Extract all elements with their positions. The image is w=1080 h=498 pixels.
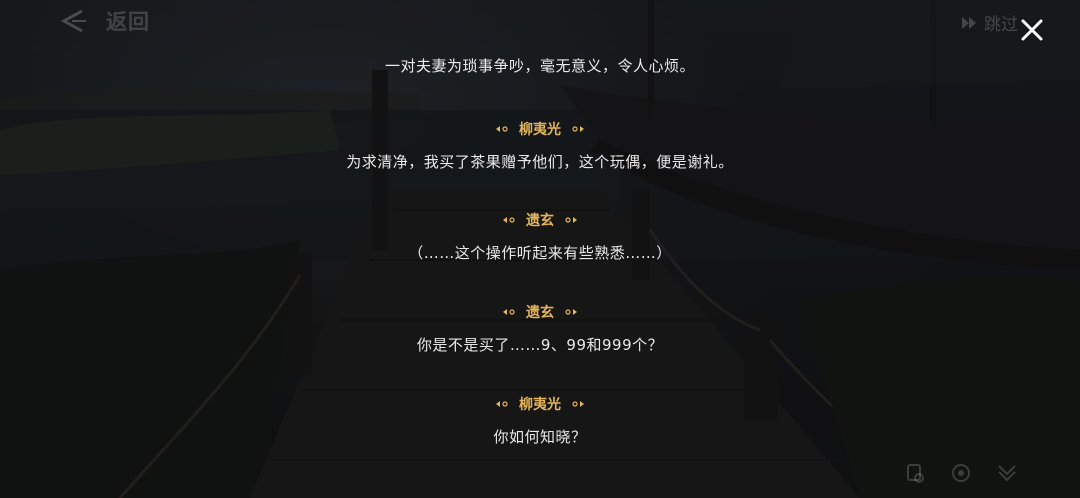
dialogue-entry-narration: 一对夫妻为琐事争吵，毫无意义，令人心烦。 [0, 55, 1080, 76]
ornament-right-icon [565, 217, 577, 223]
ornament-left-icon [496, 401, 508, 407]
ornament-left-icon [503, 217, 515, 223]
dialogue-entry: 遗玄 （……这个操作听起来有些熟悉……） [0, 210, 1080, 263]
dialogue-text: 你如何知晓？ [493, 428, 587, 446]
history-icon[interactable] [904, 462, 926, 484]
hide-icon[interactable] [996, 462, 1018, 484]
dialogue-entry: 柳夷光 你如何知晓？ [0, 394, 1080, 447]
dialogue-text: 为求清净，我买了茶果赠予他们，这个玩偶，便是谢礼。 [346, 153, 734, 171]
speaker-name: 柳夷光 [495, 394, 585, 414]
dialogue-text: 一对夫妻为琐事争吵，毫无意义，令人心烦。 [384, 57, 695, 75]
speaker-label: 遗玄 [526, 213, 554, 229]
auto-icon[interactable] [950, 462, 972, 484]
ornament-right-icon [565, 309, 577, 315]
speaker-name: 遗玄 [502, 210, 578, 230]
dialogue-entry: 柳夷光 为求清净，我买了茶果赠予他们，这个玩偶，便是谢礼。 [0, 119, 1080, 172]
speaker-name: 遗玄 [502, 302, 578, 322]
ornament-right-icon [572, 126, 584, 132]
dialogue-entry: 遗玄 你是不是买了……9、99和999个？ [0, 302, 1080, 355]
ornament-right-icon [572, 401, 584, 407]
dialogue-text: 你是不是买了……9、99和999个？ [416, 336, 664, 354]
speaker-name: 柳夷光 [495, 119, 585, 139]
bottom-controls [904, 462, 1018, 484]
speaker-label: 柳夷光 [519, 397, 561, 413]
ornament-left-icon [496, 126, 508, 132]
game-scene: 返回 跳过 一对夫妻为琐事争吵，毫无意义，令人心烦。 柳夷光 为求清净，我买了茶… [0, 0, 1080, 498]
ornament-left-icon [503, 309, 515, 315]
speaker-label: 柳夷光 [519, 122, 561, 138]
dialogue-text: （……这个操作听起来有些熟悉……） [408, 244, 672, 262]
dialogue-history: 一对夫妻为琐事争吵，毫无意义，令人心烦。 柳夷光 为求清净，我买了茶果赠予他们，… [0, 0, 1080, 498]
speaker-label: 遗玄 [526, 305, 554, 321]
